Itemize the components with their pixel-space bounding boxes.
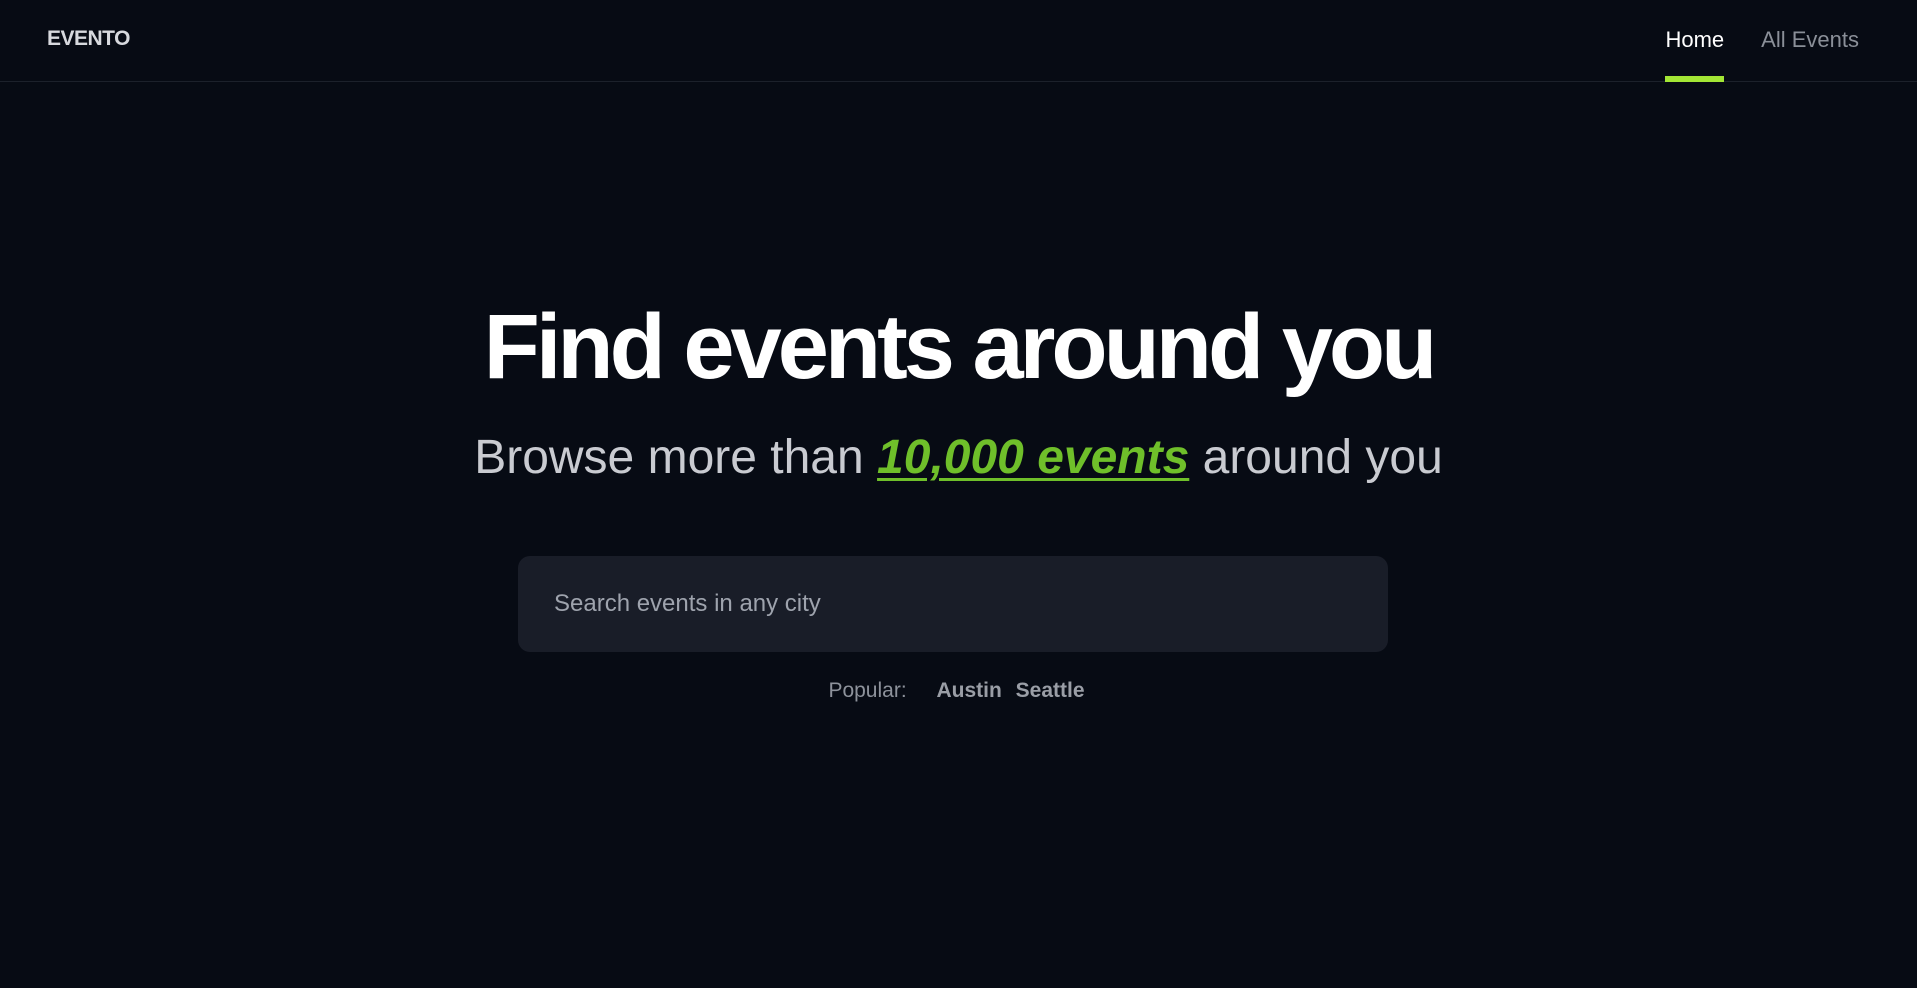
main-nav: Home All Events bbox=[1665, 0, 1859, 82]
events-count-highlight: 10,000 events bbox=[877, 431, 1190, 484]
popular-label: Popular: bbox=[828, 679, 907, 702]
logo-link[interactable]: EVENTO bbox=[47, 27, 130, 51]
site-header: EVENTO Home All Events bbox=[0, 0, 1917, 82]
hero-subtitle-before: Browse more than bbox=[474, 431, 864, 484]
nav-home-link[interactable]: Home bbox=[1665, 0, 1724, 82]
popular-cities: Popular: Austin Seattle bbox=[0, 676, 1917, 706]
hero-title: Find events around you bbox=[483, 296, 1438, 398]
search-form bbox=[518, 556, 1388, 652]
nav-all-events-link[interactable]: All Events bbox=[1761, 0, 1859, 82]
hero-subtitle: Browse more than 10,000 events around yo… bbox=[0, 428, 1917, 488]
popular-city-seattle-link[interactable]: Seattle bbox=[1016, 679, 1085, 702]
city-search-input[interactable] bbox=[518, 556, 1388, 652]
hero-subtitle-after: around you bbox=[1202, 431, 1443, 484]
popular-city-austin-link[interactable]: Austin bbox=[937, 679, 1002, 702]
